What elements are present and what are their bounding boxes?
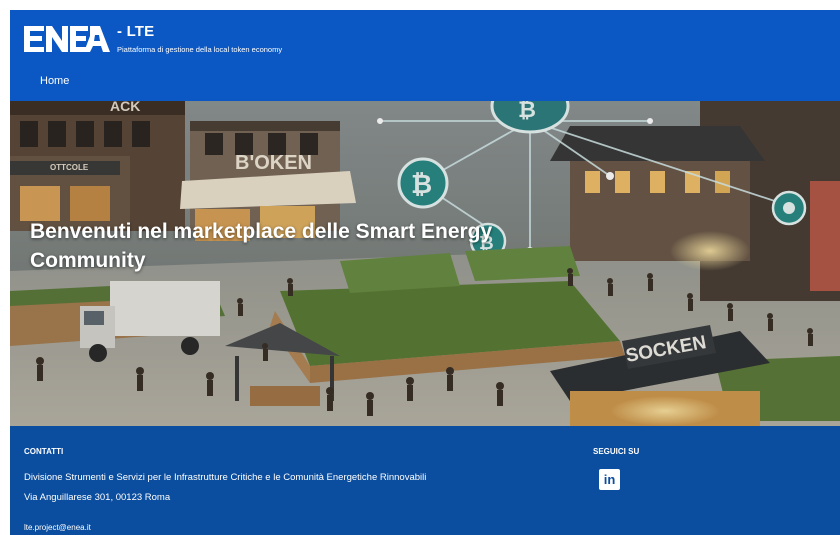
address-street: Via Anguillarese 301, 00123 Roma	[24, 492, 171, 503]
nav-home-link[interactable]: Home	[40, 75, 69, 87]
site-header: - LTE Piattaforma di gestione della loca…	[10, 10, 840, 101]
app-title: - LTE	[117, 23, 155, 40]
hero-title: Benvenuti nel marketplace delle Smart En…	[30, 220, 493, 272]
contact-email-link[interactable]: lte.project@enea.it	[24, 523, 91, 532]
enea-logo[interactable]	[24, 26, 110, 52]
enea-logo-graphic	[24, 26, 110, 52]
contacts-heading: CONTATTI	[24, 447, 64, 456]
page: - LTE Piattaforma di gestione della loca…	[10, 10, 840, 535]
site-footer: CONTATTI Divisione Strumenti e Servizi p…	[10, 426, 840, 535]
hero-banner: B'OKEN ACK OTTCOLE ₿ ₿ ₿ SOCKEN Benvenut…	[10, 101, 840, 426]
follow-us-heading: SEGUICI SU	[593, 447, 640, 456]
app-subtitle: Piattaforma di gestione della local toke…	[117, 45, 283, 54]
linkedin-icon[interactable]: in	[599, 469, 620, 490]
address-division: Divisione Strumenti e Servizi per le Inf…	[24, 472, 427, 483]
